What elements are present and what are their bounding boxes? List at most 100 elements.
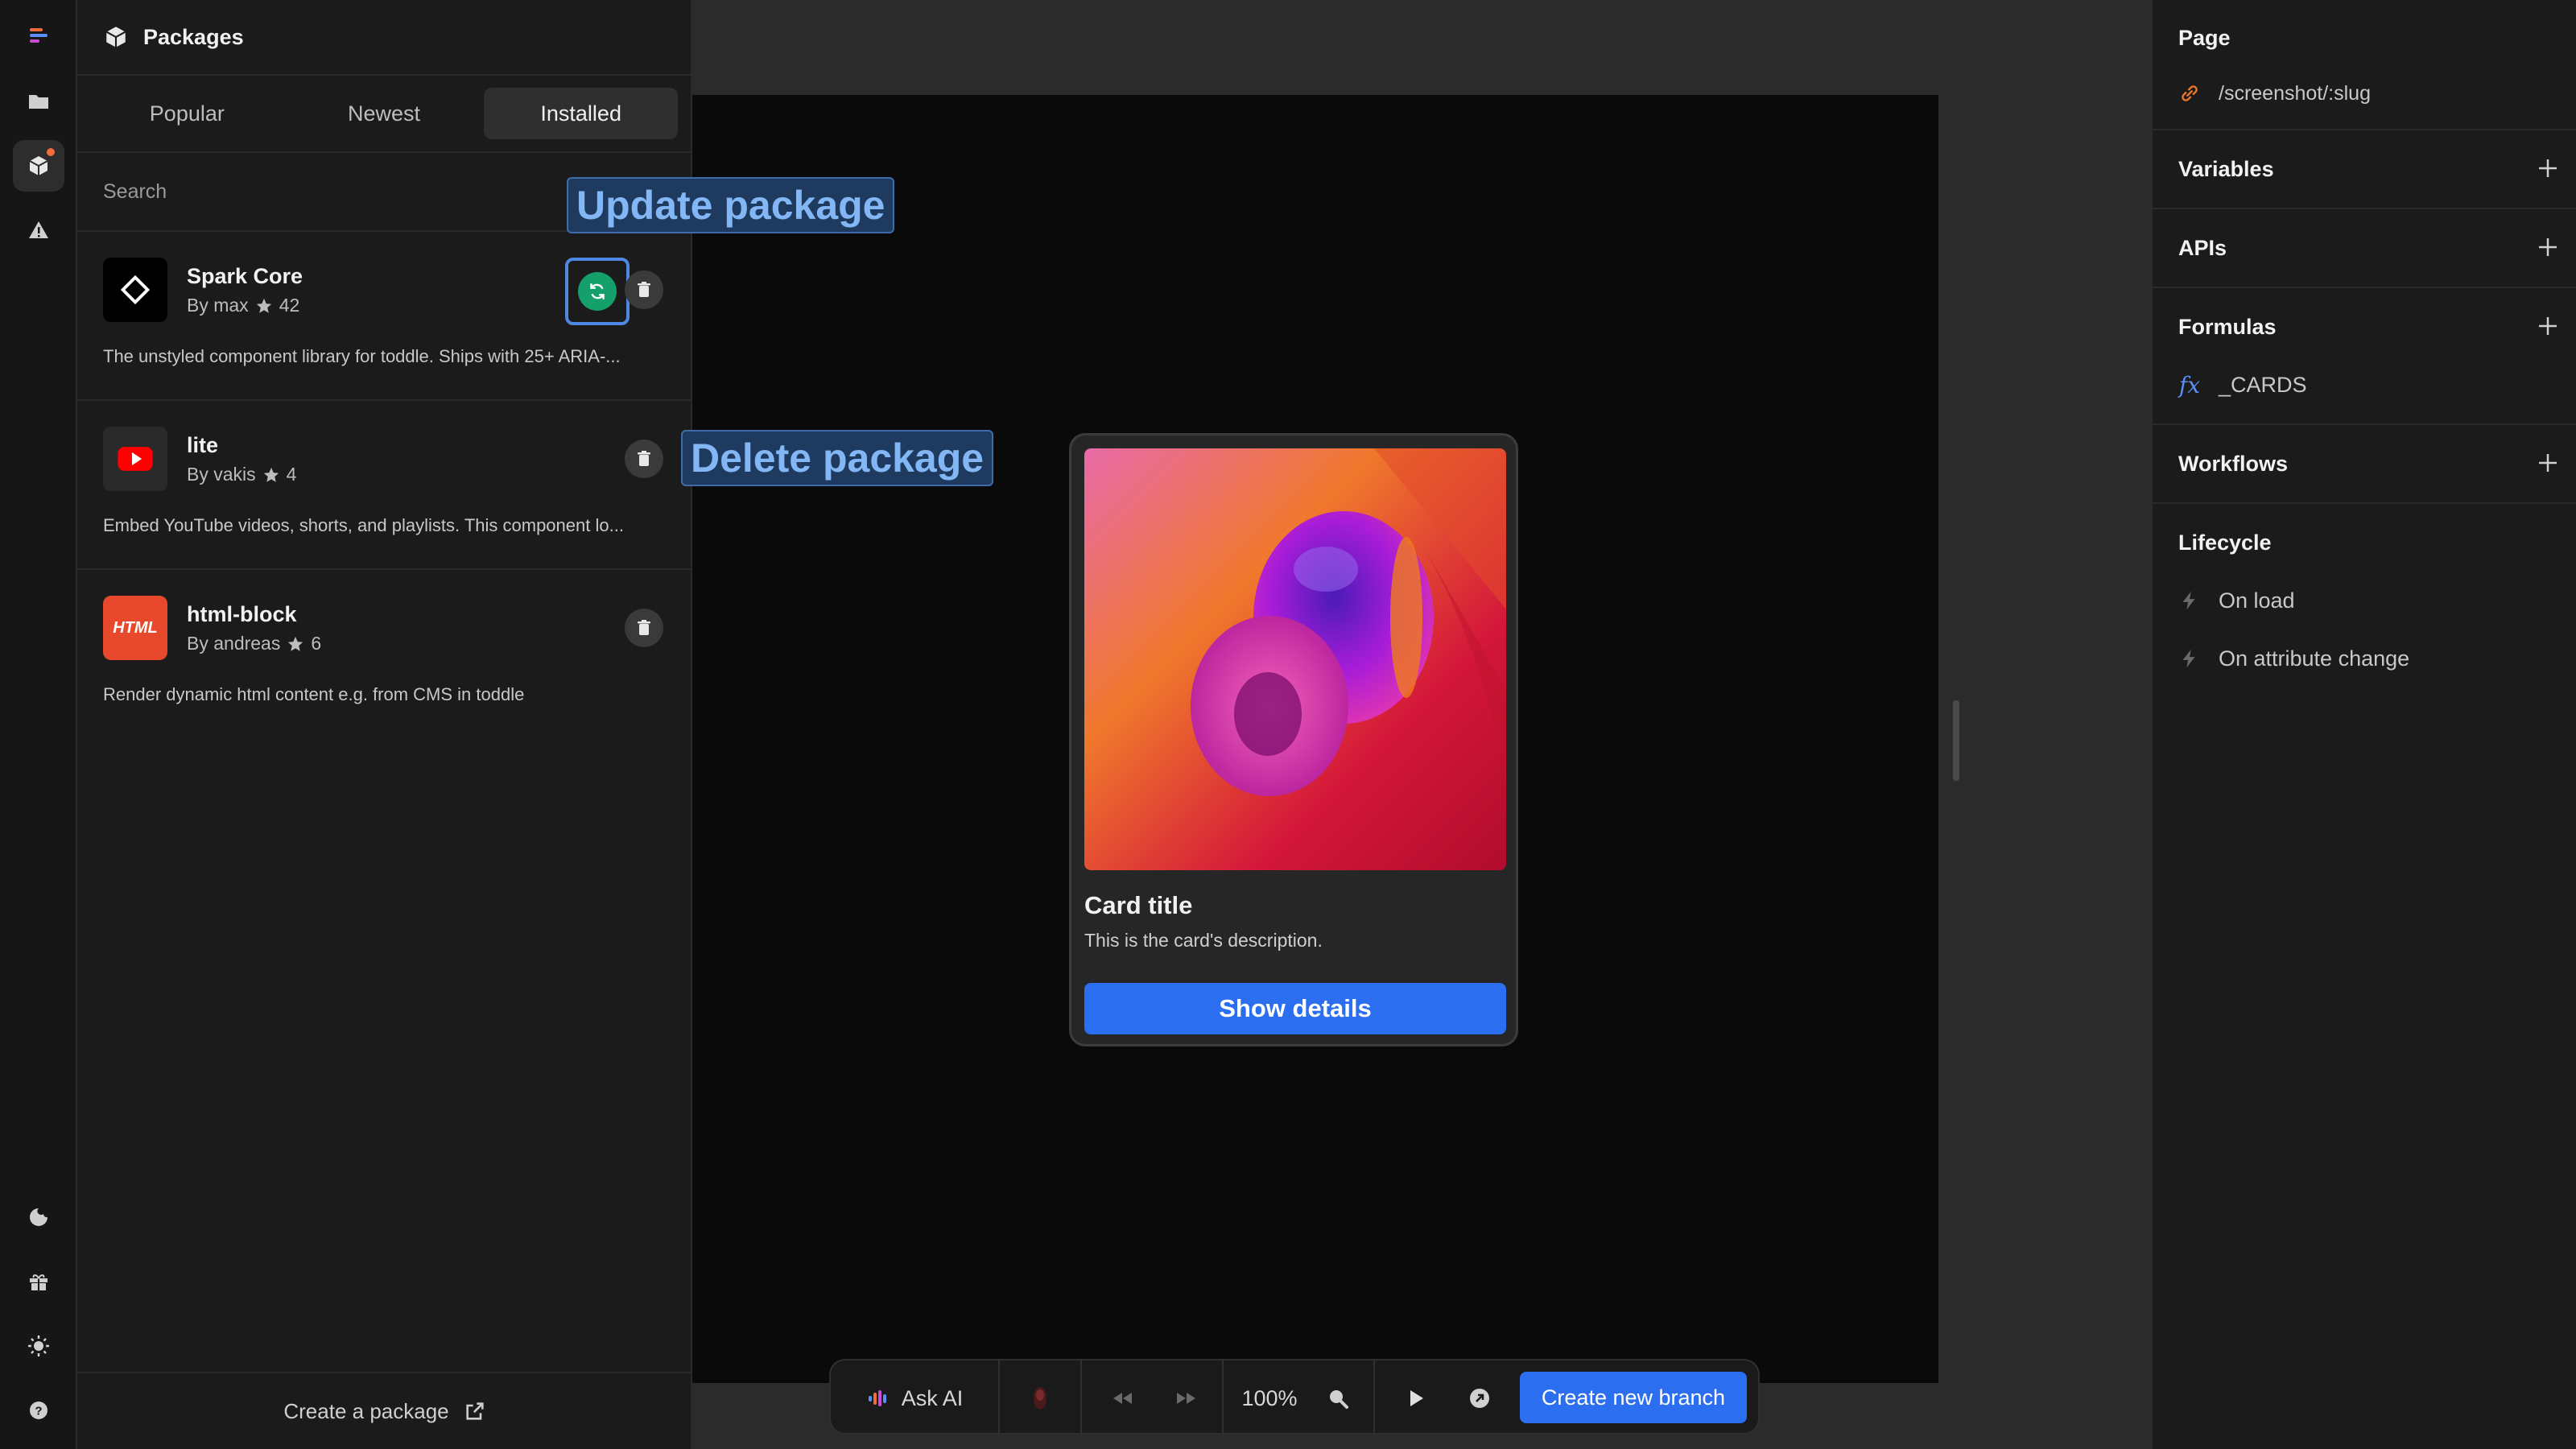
- packages-tabs: Popular Newest Installed: [77, 76, 691, 153]
- create-new-branch-button[interactable]: Create new branch: [1520, 1372, 1747, 1423]
- right-panel: Page /screenshot/:slug Variables APIs Fo…: [2151, 0, 2576, 1449]
- play-icon: [1410, 1390, 1423, 1406]
- lifecycle-label: On load: [2219, 588, 2295, 613]
- variables-label: Variables: [2178, 156, 2274, 181]
- package-meta: By vakis 4: [187, 464, 296, 485]
- ai-icon: [868, 1390, 886, 1406]
- delete-package-button[interactable]: [625, 609, 663, 647]
- zoom-level[interactable]: 100%: [1233, 1360, 1306, 1436]
- toddle-logo-icon[interactable]: [13, 10, 64, 61]
- package-item-lite: lite By vakis 4 Embed YouTube videos, sh…: [77, 401, 691, 570]
- update-package-callout: Update package: [567, 177, 895, 233]
- undo-button[interactable]: [1090, 1360, 1154, 1436]
- packages-title: Packages: [143, 24, 244, 49]
- package-stars: 42: [279, 295, 300, 316]
- delete-package-button[interactable]: [625, 440, 663, 478]
- card-description: This is the card's description.: [1084, 930, 1323, 951]
- add-api-plus-icon[interactable]: [2536, 235, 2560, 259]
- lifecycle-section: Lifecycle On load On attribute change: [2153, 504, 2576, 687]
- folder-icon[interactable]: [13, 76, 64, 127]
- package-meta: By max 42: [187, 295, 299, 316]
- tab-newest[interactable]: Newest: [287, 88, 481, 139]
- youtube-logo: [103, 427, 167, 491]
- preview-play-button[interactable]: [1383, 1360, 1447, 1436]
- star-icon: [288, 636, 303, 651]
- formulas-label: Formulas: [2178, 314, 2277, 339]
- package-icon: [105, 27, 126, 47]
- zoom-label: 100%: [1241, 1385, 1298, 1410]
- package-name: lite: [187, 433, 219, 457]
- redo-button[interactable]: [1154, 1360, 1219, 1436]
- show-details-button[interactable]: Show details: [1084, 983, 1506, 1034]
- lightning-icon: [2182, 591, 2195, 610]
- workflows-section: Workflows: [2153, 425, 2576, 504]
- help-icon[interactable]: ?: [13, 1385, 64, 1436]
- toolbar-divider: [1222, 1360, 1224, 1436]
- html-logo-text: HTML: [113, 618, 158, 637]
- add-variable-plus-icon[interactable]: [2536, 156, 2560, 180]
- apis-section: APIs: [2153, 209, 2576, 288]
- ask-ai-button[interactable]: Ask AI: [831, 1360, 998, 1436]
- toolbar-divider: [1373, 1360, 1375, 1436]
- formulas-section: Formulas fx _CARDS: [2153, 288, 2576, 425]
- update-highlight: [565, 258, 630, 325]
- package-description: The unstyled component library for toddl…: [103, 346, 621, 366]
- add-workflow-plus-icon[interactable]: [2536, 451, 2560, 475]
- forward-icon: [1177, 1393, 1195, 1404]
- packages-icon[interactable]: [13, 140, 64, 192]
- package-description: Embed YouTube videos, shorts, and playli…: [103, 515, 624, 535]
- apis-label: APIs: [2178, 235, 2227, 260]
- variables-section: Variables: [2153, 130, 2576, 209]
- card-image: [1084, 448, 1506, 870]
- zoom-button[interactable]: [1306, 1360, 1370, 1436]
- link-icon: [2182, 85, 2198, 101]
- avatar-icon: [1034, 1387, 1046, 1410]
- create-package-link[interactable]: Create a package: [77, 1372, 692, 1449]
- lifecycle-on-attribute-change[interactable]: On attribute change: [2153, 630, 2576, 687]
- svg-text:?: ?: [35, 1405, 42, 1418]
- package-stars: 4: [286, 464, 297, 485]
- tab-installed[interactable]: Installed: [484, 88, 679, 139]
- add-formula-plus-icon[interactable]: [2536, 314, 2560, 338]
- apis-title: APIs: [2153, 209, 2576, 287]
- package-meta: By andreas 6: [187, 633, 321, 654]
- package-description: Render dynamic html content e.g. from CM…: [103, 684, 525, 704]
- package-name: Spark Core: [187, 264, 303, 288]
- package-item-spark-core: Spark Core By max 42 The unstyled compon…: [77, 232, 691, 401]
- icon-rail: ?: [0, 0, 77, 1449]
- html-logo: HTML: [103, 596, 167, 660]
- delete-package-callout: Delete package: [681, 430, 994, 486]
- trash-icon: [638, 620, 650, 635]
- workflows-label: Workflows: [2178, 451, 2289, 476]
- page-route: /screenshot/:slug: [2219, 81, 2371, 105]
- create-package-label: Create a package: [283, 1398, 449, 1423]
- package-author: By max: [187, 295, 249, 316]
- user-avatar[interactable]: [1000, 1360, 1080, 1436]
- magnifier-icon: [1330, 1390, 1348, 1409]
- resize-handle[interactable]: [1953, 700, 1959, 781]
- page-section: Page /screenshot/:slug: [2153, 0, 2576, 130]
- warning-icon[interactable]: [13, 204, 64, 256]
- open-external-icon: [1470, 1389, 1489, 1408]
- tab-popular[interactable]: Popular: [90, 88, 284, 139]
- gift-icon[interactable]: [13, 1256, 64, 1307]
- delete-package-button[interactable]: [625, 270, 663, 309]
- search-input[interactable]: [103, 180, 586, 204]
- refresh-icon: [590, 283, 605, 299]
- trash-icon: [638, 282, 650, 297]
- trash-icon: [638, 451, 650, 466]
- update-package-button[interactable]: [578, 272, 617, 311]
- sun-icon[interactable]: [13, 1320, 64, 1372]
- notification-dot: [45, 147, 56, 158]
- external-link-icon: [466, 1402, 484, 1420]
- star-icon: [263, 467, 279, 482]
- card-component[interactable]: Card title This is the card's descriptio…: [1069, 433, 1518, 1046]
- cookie-icon[interactable]: [13, 1191, 64, 1243]
- variables-title: Variables: [2153, 130, 2576, 208]
- lifecycle-title: Lifecycle: [2178, 530, 2272, 555]
- open-preview-button[interactable]: [1447, 1360, 1512, 1436]
- package-name: html-block: [187, 602, 297, 626]
- ask-ai-label: Ask AI: [901, 1385, 964, 1410]
- lifecycle-label: On attribute change: [2219, 646, 2410, 671]
- card-title: Card title: [1084, 891, 1193, 919]
